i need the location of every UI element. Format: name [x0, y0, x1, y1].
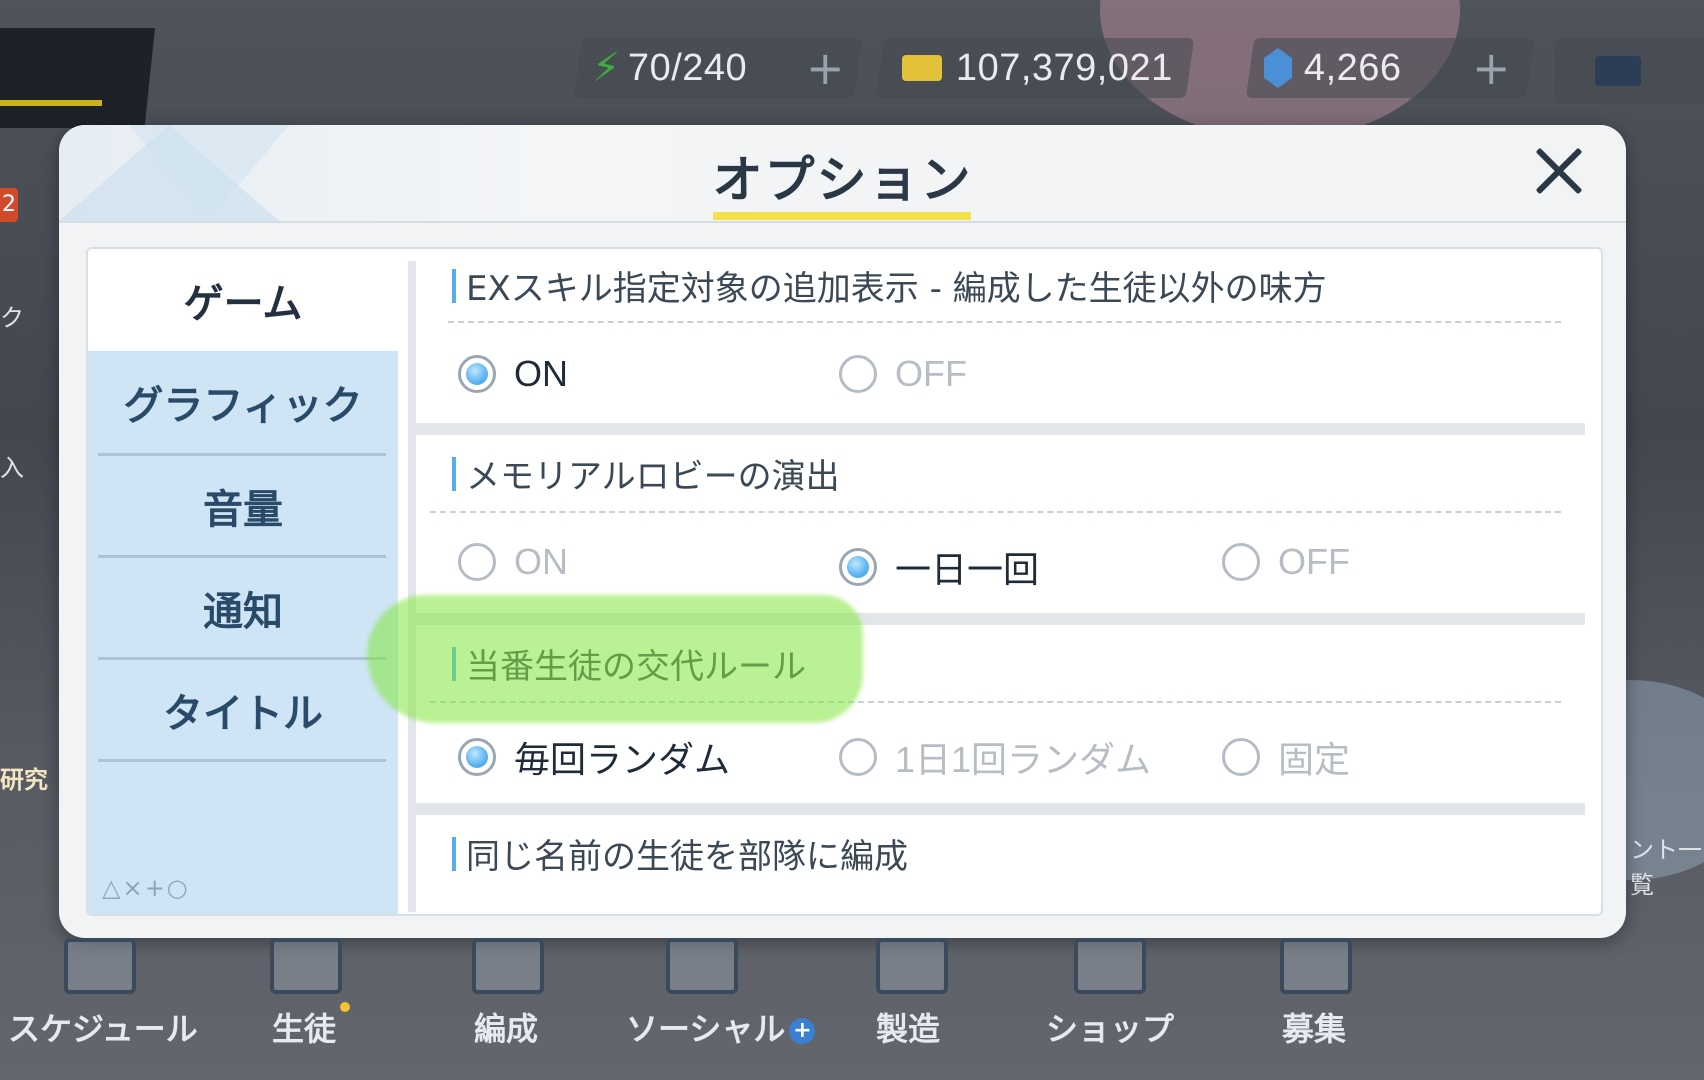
option-random-once-a-day[interactable]: 1日1回ランダム [839, 731, 1151, 783]
nav-craft[interactable]: 製造 [876, 1004, 940, 1050]
stamina-value: 70/240 [628, 46, 748, 89]
title-accent-bar [452, 836, 456, 871]
side-label: 研究 [0, 766, 48, 794]
radio-selected-icon [839, 548, 877, 586]
option-label: 一日一回 [895, 549, 1040, 590]
credit-icon [902, 55, 942, 81]
dialog-title: オプション [712, 151, 973, 209]
notification-dot [340, 1002, 350, 1012]
setting-title-text: 同じ名前の生徒を部隊に編成 [466, 837, 908, 877]
nav-formation[interactable]: 編成 [474, 1004, 538, 1050]
side-label: ク [0, 304, 24, 332]
social-plus-badge: + [789, 1018, 816, 1044]
radio-selected-icon [458, 355, 496, 393]
options-dialog: オプション ゲーム グラフィック 音量 通知 タイトル △×+○ EXスキル指定… [59, 125, 1626, 938]
radio-unselected-icon [458, 543, 496, 581]
setting-card: EXスキル指定対象の追加表示 - 編成した生徒以外の味方 ON OFF [416, 261, 1585, 423]
pyroxene-value: 4,266 [1304, 46, 1402, 89]
controller-marks: △×+○ [102, 874, 190, 902]
title-accent-bar [452, 268, 456, 303]
dialog-body: ゲーム グラフィック 音量 通知 タイトル △×+○ EXスキル指定対象の追加表… [86, 247, 1603, 916]
credits-counter: 107,379,021 [875, 38, 1195, 98]
tab-notification[interactable]: 通知 [88, 557, 398, 659]
profile-icon [1595, 56, 1641, 86]
setting-title: メモリアルロビーの演出 [452, 449, 840, 498]
option-once-a-day[interactable]: 一日一回 [839, 541, 1039, 593]
option-off[interactable]: OFF [839, 353, 967, 395]
option-on[interactable]: ON [458, 353, 568, 395]
close-icon[interactable] [1529, 141, 1589, 201]
nav-social-label: ソーシャル [626, 1010, 786, 1048]
formation-icon [472, 938, 544, 994]
recruit-icon [1280, 938, 1352, 994]
option-label: ON [514, 541, 568, 582]
setting-title-text: メモリアルロビーの演出 [466, 457, 840, 497]
divider [448, 321, 1561, 323]
nav-schedule[interactable]: スケジュール [8, 1004, 198, 1050]
side-label: ント一覧 [1630, 836, 1702, 899]
setting-title: 当番生徒の交代ルール [452, 639, 806, 688]
tab-divider [98, 759, 386, 762]
add-pyroxene-button[interactable]: + [1472, 41, 1511, 95]
pyroxene-counter: 4,266 + [1245, 38, 1535, 98]
notification-badge: 2 [0, 188, 18, 222]
schedule-icon [64, 938, 136, 994]
hud-left-bar [0, 100, 102, 106]
options-sidebar: ゲーム グラフィック 音量 通知 タイトル △×+○ [88, 249, 398, 914]
radio-unselected-icon [1222, 543, 1260, 581]
hud-left-panel [0, 28, 155, 128]
pyroxene-icon [1264, 48, 1292, 88]
title-underline [713, 212, 971, 220]
title-accent-bar [452, 456, 456, 491]
divider [430, 701, 1561, 703]
option-label: OFF [1278, 541, 1350, 582]
settings-list: EXスキル指定対象の追加表示 - 編成した生徒以外の味方 ON OFF メモリア… [408, 261, 1585, 912]
craft-icon [876, 938, 948, 994]
option-label: ON [514, 353, 568, 394]
option-label: 毎回ランダム [514, 739, 731, 780]
nav-recruit[interactable]: 募集 [1282, 1004, 1346, 1050]
title-accent-bar [452, 646, 456, 681]
option-label: OFF [895, 353, 967, 394]
profile-button[interactable] [1555, 38, 1704, 104]
nav-shop[interactable]: ショップ [1046, 1004, 1174, 1050]
radio-unselected-icon [839, 355, 877, 393]
stamina-counter: ⚡ 70/240 + [573, 38, 863, 98]
option-on[interactable]: ON [458, 541, 568, 583]
setting-title-text: EXスキル指定対象の追加表示 - 編成した生徒以外の味方 [466, 269, 1327, 309]
tab-graphics[interactable]: グラフィック [88, 351, 398, 453]
radio-selected-icon [458, 738, 496, 776]
tab-volume[interactable]: 音量 [88, 455, 398, 557]
radio-unselected-icon [839, 738, 877, 776]
side-label: 入 [0, 454, 24, 482]
lightning-icon: ⚡ [592, 45, 621, 91]
credits-value: 107,379,021 [956, 46, 1173, 89]
add-stamina-button[interactable]: + [806, 41, 845, 95]
setting-title-text: 当番生徒の交代ルール [466, 647, 806, 687]
social-icon [666, 938, 738, 994]
option-off[interactable]: OFF [1222, 541, 1350, 583]
nav-students[interactable]: 生徒 [272, 1004, 336, 1050]
option-random-every-time[interactable]: 毎回ランダム [458, 731, 730, 783]
tab-game[interactable]: ゲーム [88, 249, 398, 351]
shop-icon [1074, 938, 1146, 994]
option-label: 固定 [1278, 739, 1351, 780]
students-icon [270, 938, 342, 994]
nav-social[interactable]: ソーシャル + [626, 1004, 816, 1050]
dialog-header: オプション [59, 125, 1626, 223]
setting-card: メモリアルロビーの演出 ON 一日一回 OFF [416, 435, 1585, 613]
divider [430, 511, 1561, 513]
setting-title: 同じ名前の生徒を部隊に編成 [452, 829, 908, 878]
setting-title: EXスキル指定対象の追加表示 - 編成した生徒以外の味方 [452, 261, 1327, 310]
setting-card: 当番生徒の交代ルール 毎回ランダム 1日1回ランダム 固定 [416, 625, 1585, 803]
option-fixed[interactable]: 固定 [1222, 731, 1350, 783]
radio-unselected-icon [1222, 738, 1260, 776]
option-label: 1日1回ランダム [895, 739, 1152, 780]
bottom-nav: スケジュール 生徒 編成 ソーシャル + 製造 ショップ 募集 [0, 938, 1704, 1080]
tab-title[interactable]: タイトル [88, 659, 398, 761]
setting-card: 同じ名前の生徒を部隊に編成 [416, 815, 1585, 912]
